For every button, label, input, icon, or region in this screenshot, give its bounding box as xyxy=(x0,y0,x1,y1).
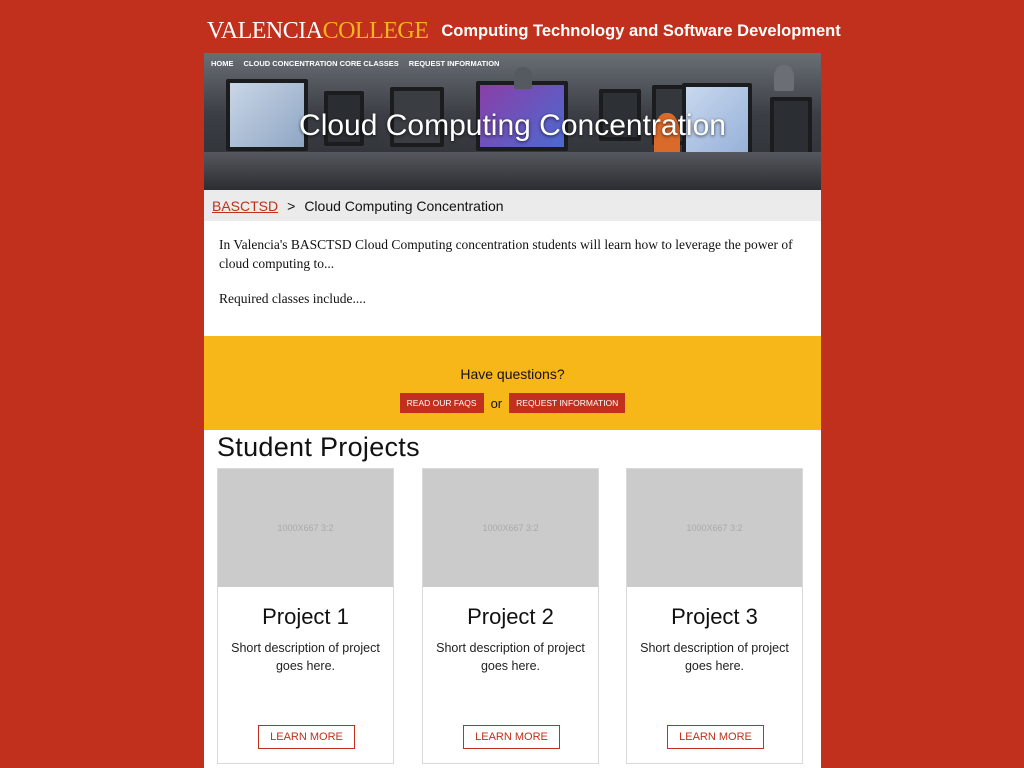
project-title: Project 2 xyxy=(467,604,554,629)
learn-more-button[interactable]: LEARN MORE xyxy=(667,725,764,749)
nav-home[interactable]: HOME xyxy=(211,59,234,68)
project-description: Short description of project goes here. xyxy=(231,641,380,673)
site-header: VALENCIACOLLEGE Computing Technology and… xyxy=(203,14,841,48)
required-classes-paragraph: Required classes include.... xyxy=(219,291,366,306)
breadcrumb-link-basctsd[interactable]: BASCTSD xyxy=(212,198,278,214)
page-title: Cloud Computing Concentration xyxy=(299,109,726,142)
questions-cta-band: Have questions? READ OUR FAQS or REQUEST… xyxy=(204,336,821,430)
page: VALENCIACOLLEGE Computing Technology and… xyxy=(0,0,1024,768)
breadcrumb-separator: > xyxy=(287,197,296,214)
student-projects-heading: Student Projects xyxy=(217,432,420,462)
learn-more-button[interactable]: LEARN MORE xyxy=(463,725,560,749)
project-image-placeholder: 1000X667 3:2 xyxy=(423,469,598,587)
hero-banner: HOME CLOUD CONCENTRATION CORE CLASSES RE… xyxy=(204,53,821,190)
project-card: 1000X667 3:2 Project 3 Short description… xyxy=(626,468,803,764)
project-title: Project 3 xyxy=(671,604,758,629)
read-our-faqs-button[interactable]: READ OUR FAQS xyxy=(399,393,484,413)
breadcrumb-current: Cloud Computing Concentration xyxy=(304,197,504,214)
project-description: Short description of project goes here. xyxy=(436,641,585,673)
learn-more-button[interactable]: LEARN MORE xyxy=(258,725,355,749)
project-image-placeholder: 1000X667 3:2 xyxy=(218,469,393,587)
nav-request-information[interactable]: REQUEST INFORMATION xyxy=(409,59,500,68)
cta-question: Have questions? xyxy=(460,366,565,382)
project-title: Project 1 xyxy=(262,604,349,629)
cta-or-text: or xyxy=(490,395,503,411)
nav-cloud-concentration-core-classes[interactable]: CLOUD CONCENTRATION CORE CLASSES xyxy=(244,59,399,68)
intro-paragraph: In Valencia's BASCTSD Cloud Computing co… xyxy=(219,237,793,271)
top-nav: HOME CLOUD CONCENTRATION CORE CLASSES RE… xyxy=(204,53,821,73)
breadcrumb: BASCTSD > Cloud Computing Concentration xyxy=(204,190,821,221)
cta-buttons: READ OUR FAQS or REQUEST INFORMATION xyxy=(204,393,821,413)
logo-valencia-text: VALENCIA xyxy=(207,18,323,44)
student-projects-section: Student Projects 1000X667 3:2 Project 1 … xyxy=(204,430,821,768)
site-title: Computing Technology and Software Develo… xyxy=(441,21,841,40)
project-card: 1000X667 3:2 Project 2 Short description… xyxy=(422,468,599,764)
project-image-placeholder: 1000X667 3:2 xyxy=(627,469,802,587)
valencia-college-logo[interactable]: VALENCIACOLLEGE xyxy=(207,18,429,44)
project-card: 1000X667 3:2 Project 1 Short description… xyxy=(217,468,394,764)
logo-college-text: COLLEGE xyxy=(322,18,429,44)
intro-section: In Valencia's BASCTSD Cloud Computing co… xyxy=(204,221,821,336)
request-information-button[interactable]: REQUEST INFORMATION xyxy=(509,393,626,413)
project-description: Short description of project goes here. xyxy=(640,641,789,673)
